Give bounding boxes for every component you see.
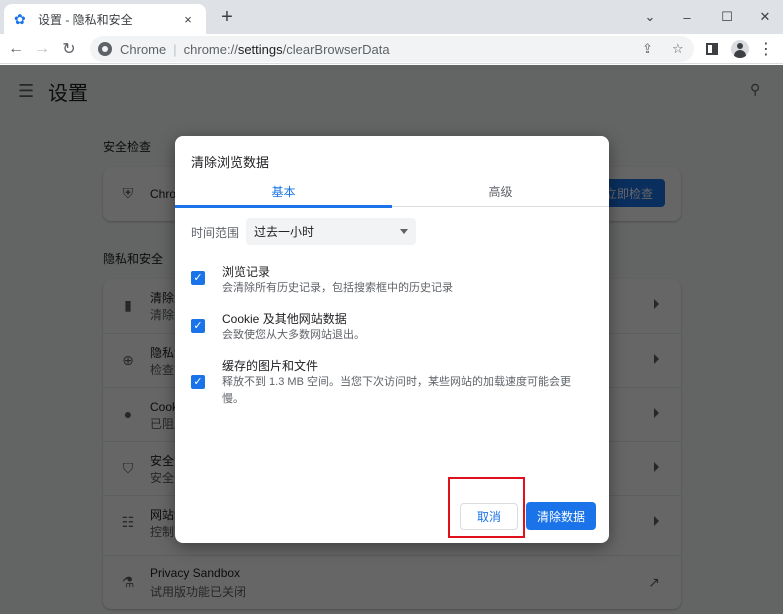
tab-basic[interactable]: 基本 (175, 176, 392, 208)
tab-strip: ✿ 设置 - 隐私和安全 × + ⌄ – ☐ ✕ (0, 0, 783, 34)
option-title: 缓存的图片和文件 (222, 359, 319, 373)
url-path: /clearBrowserData (282, 41, 390, 57)
share-icon[interactable]: ⇪ (642, 36, 653, 62)
clear-data-button[interactable]: 清除数据 (526, 502, 596, 530)
browsing-history-checkbox[interactable]: ✓ (191, 271, 205, 285)
site-name: Chrome (120, 41, 167, 57)
tab-title: 设置 - 隐私和安全 (38, 12, 133, 27)
cached-images-checkbox[interactable]: ✓ (191, 375, 205, 389)
tab-search-dropdown-icon[interactable]: ⌄ (630, 0, 670, 34)
back-button[interactable]: ← (4, 37, 28, 61)
avatar (731, 40, 749, 58)
close-window-button[interactable]: ✕ (745, 0, 783, 34)
side-panel-button[interactable] (700, 37, 724, 61)
url-prefix: chrome:// (183, 41, 238, 57)
option-title: Cookie 及其他网站数据 (222, 312, 347, 326)
chrome-icon (98, 42, 112, 56)
forward-button[interactable]: → (30, 37, 54, 61)
time-range-label: 时间范围 (191, 226, 240, 240)
settings-gear-icon: ✿ (14, 11, 26, 27)
chrome-menu-button[interactable]: ⋮ (754, 37, 778, 61)
profile-button[interactable] (728, 37, 752, 61)
dropdown-caret-icon (400, 229, 408, 234)
cookies-checkbox[interactable]: ✓ (191, 319, 205, 333)
bookmark-star-icon[interactable]: ☆ (672, 36, 684, 62)
clear-browsing-data-dialog: 清除浏览数据 基本 高级 时间范围 过去一小时 ✓ 浏览记录 会清除所有历史记录… (175, 136, 609, 543)
dialog-title: 清除浏览数据 (191, 155, 270, 170)
option-description: 会清除所有历史记录，包括搜索框中的历史记录 (222, 282, 453, 294)
time-range-select[interactable]: 过去一小时 (246, 218, 416, 245)
url-host: settings (237, 41, 283, 57)
option-description: 会致使您从大多数网站退出。 (222, 329, 365, 341)
side-panel-icon (706, 43, 718, 55)
option-title: 浏览记录 (222, 265, 271, 279)
browser-toolbar: ← → ↻ Chrome | chrome://settings/clearBr… (0, 34, 783, 64)
highlight-box (448, 477, 525, 538)
new-tab-button[interactable]: + (216, 6, 238, 28)
tab-close-icon[interactable]: × (180, 12, 196, 27)
reload-button[interactable]: ↻ (57, 37, 81, 61)
time-range-value: 过去一小时 (254, 225, 315, 239)
maximize-button[interactable]: ☐ (707, 0, 747, 34)
option-description: 释放不到 1.3 MB 空间。当您下次访问时，某些网站的加载速度可能会更慢。 (222, 376, 571, 405)
address-bar[interactable]: Chrome | chrome://settings/clearBrowserD… (90, 36, 694, 62)
dialog-tabs: 基本 高级 (175, 176, 609, 208)
url-separator: | (173, 41, 177, 57)
url-text: chrome://settings/clearBrowserData (184, 42, 390, 57)
minimize-button[interactable]: – (667, 0, 707, 34)
browser-tab-settings[interactable]: ✿ 设置 - 隐私和安全 × (4, 4, 206, 34)
tab-advanced[interactable]: 高级 (392, 176, 609, 207)
